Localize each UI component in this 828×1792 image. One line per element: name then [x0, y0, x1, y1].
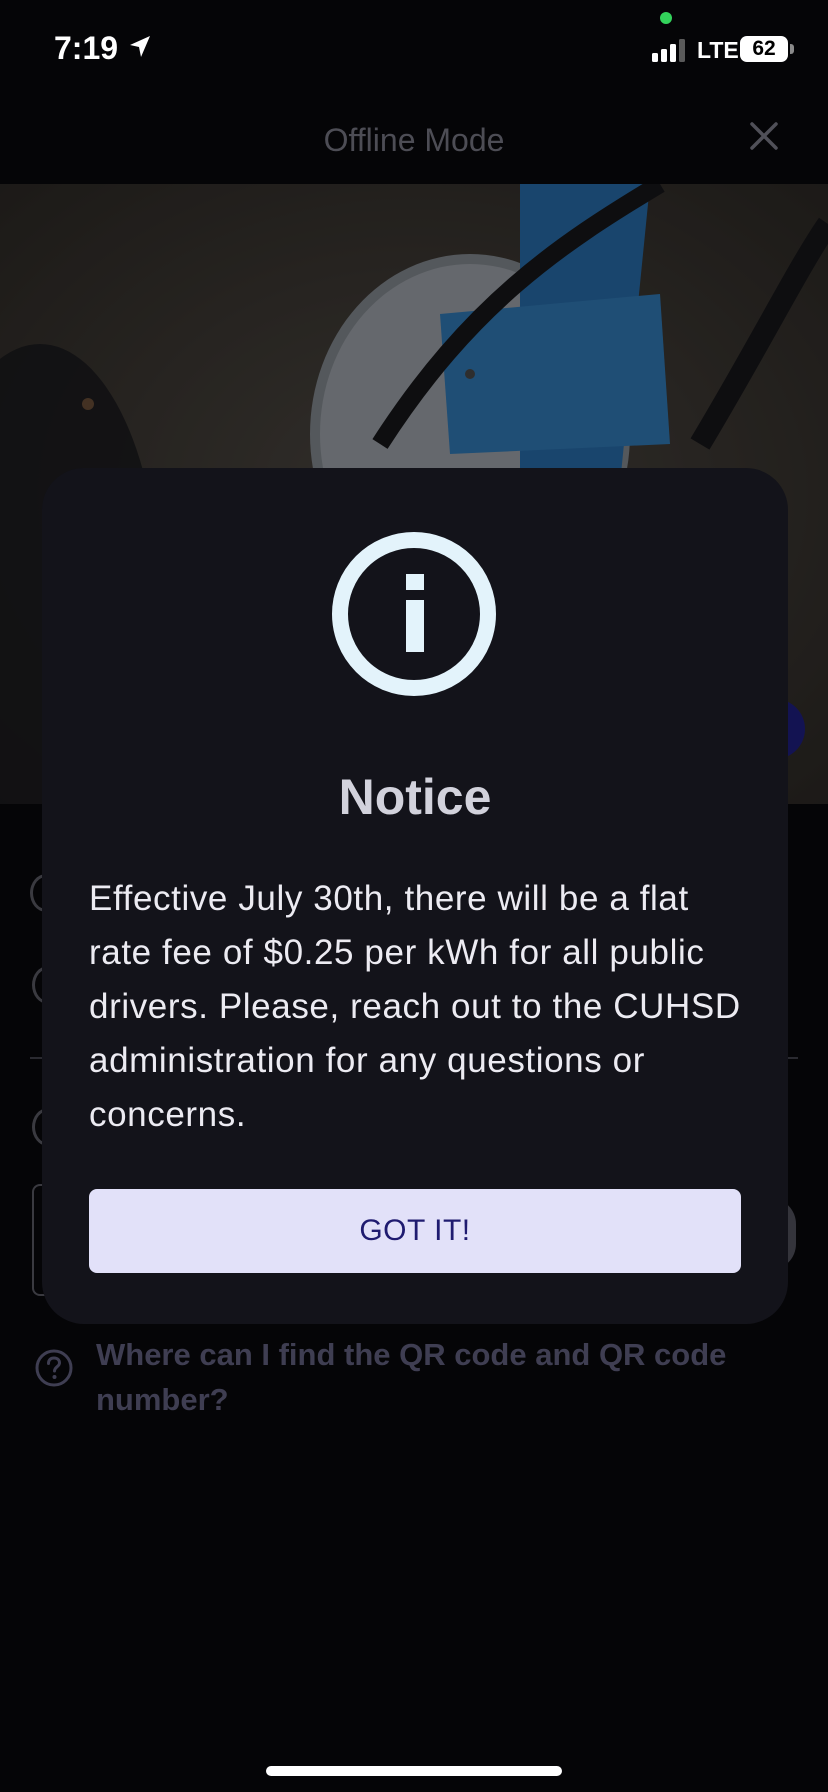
screen: 7:19 LTE 62 Offline Mode Where can I fin… [0, 0, 828, 1792]
battery-cap [790, 44, 794, 54]
header-title: Offline Mode [323, 122, 505, 158]
network-type: LTE [697, 37, 739, 63]
notice-modal: Notice Effective July 30th, there will b… [42, 468, 788, 1324]
modal-title: Notice [338, 769, 492, 825]
info-icon [332, 532, 496, 696]
help-row[interactable]: Where can I find the QR code and QR code… [34, 1328, 794, 1428]
question-circle-icon [35, 1349, 73, 1387]
privacy-indicator-dot [660, 12, 672, 24]
home-indicator[interactable] [266, 1766, 562, 1776]
battery-icon: 62 [740, 36, 788, 62]
close-icon[interactable] [744, 116, 784, 156]
qr-code-help-link[interactable]: Where can I find the QR code and QR code… [96, 1332, 796, 1422]
status-time: 7:19 [54, 30, 119, 66]
location-arrow-icon [130, 36, 150, 57]
modal-message: Effective July 30th, there will be a fla… [89, 879, 741, 1134]
cellular-signal-icon [652, 39, 685, 62]
status-bar: 7:19 LTE 62 [0, 0, 828, 96]
got-it-button[interactable]: GOT IT! [89, 1189, 741, 1273]
app-header: Offline Mode [0, 96, 828, 184]
